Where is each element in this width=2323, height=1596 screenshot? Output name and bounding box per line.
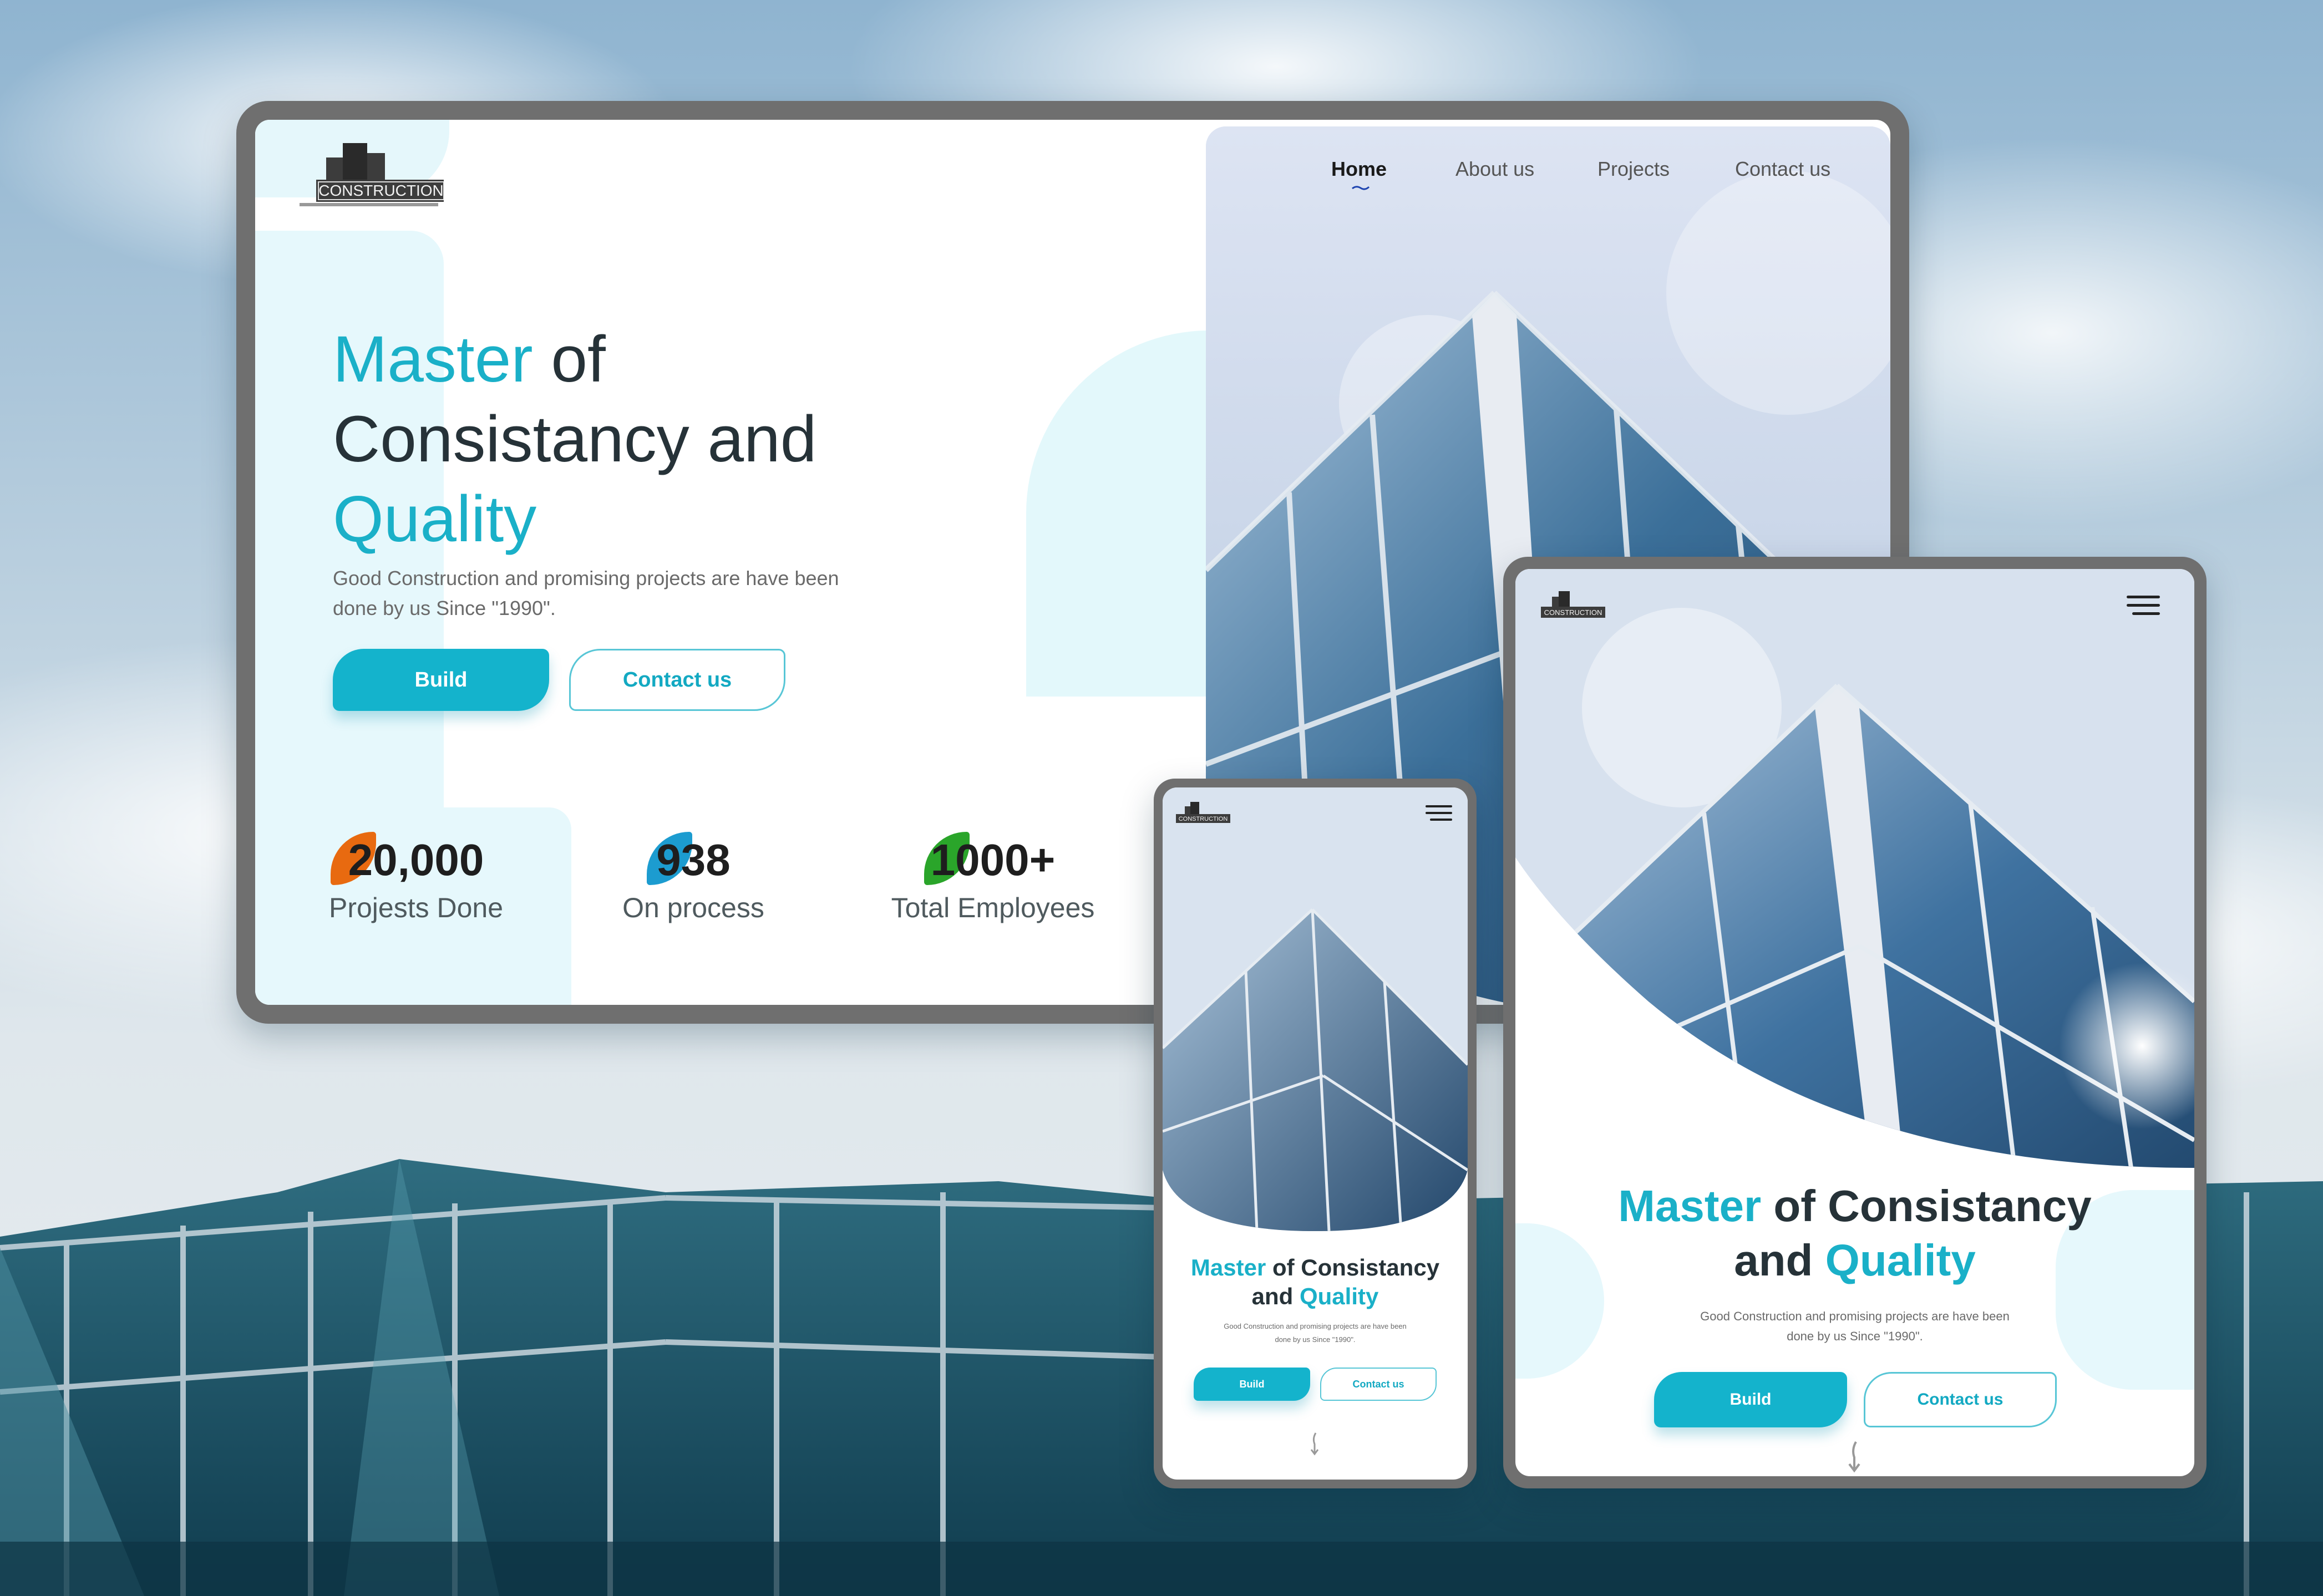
tablet-hero-photo	[1515, 569, 2194, 1168]
nav-contact-us[interactable]: Contact us	[1735, 157, 1830, 181]
title-accent-master: Master	[333, 323, 533, 396]
phone-screen: CONSTRUCTION Master of Consistancy and Qu…	[1163, 787, 1468, 1480]
stat-value: 938	[610, 832, 777, 885]
subtitle-line-1: Good Construction and promising projects…	[333, 567, 839, 589]
title-consistancy: Consistancy and	[333, 403, 817, 476]
title-accent-master: Master	[1618, 1181, 1762, 1231]
hamburger-icon[interactable]	[2126, 593, 2161, 618]
active-underline-icon	[1352, 186, 1370, 190]
stat-label: On process	[622, 892, 764, 923]
title-accent-quality: Quality	[1299, 1283, 1379, 1309]
title-and: and	[1251, 1283, 1300, 1309]
tablet-device-frame: CONSTRUCTION Master of Consistancy and Qu…	[1503, 557, 2207, 1488]
nav-home[interactable]: Home	[1331, 157, 1387, 190]
contact-us-button[interactable]: Contact us	[569, 649, 785, 711]
contact-us-button[interactable]: Contact us	[1864, 1372, 2057, 1427]
svg-text:CONSTRUCTION: CONSTRUCTION	[318, 182, 444, 199]
title-accent-quality: Quality	[1825, 1236, 1976, 1285]
title-of-consistancy: of Consistancy	[1266, 1254, 1440, 1280]
hero-title: Master of Consistancy and Quality	[333, 319, 816, 559]
phone-hero-photo	[1163, 787, 1468, 1231]
subtitle-line-2: done by us Since "1990".	[333, 597, 556, 619]
tablet-screen: CONSTRUCTION Master of Consistancy and Qu…	[1515, 569, 2194, 1476]
scroll-down-icon[interactable]	[1305, 1431, 1325, 1456]
stat-label: Total Employees	[891, 892, 1095, 923]
stat-projects-done: 20,000 Projests Done	[322, 832, 510, 924]
hamburger-icon[interactable]	[1424, 803, 1453, 823]
building-logo-icon[interactable]: CONSTRUCTION	[1171, 797, 1232, 826]
phone-hero-title: Master of Consistancy and Quality	[1163, 1253, 1468, 1311]
scroll-down-icon[interactable]	[1840, 1440, 1868, 1473]
stat-value: 1000+	[876, 832, 1109, 885]
hero-subtitle: Good Construction and promising projects…	[333, 563, 887, 623]
stat-value: 20,000	[322, 832, 510, 885]
stat-label: Projests Done	[328, 892, 504, 923]
title-accent-master: Master	[1190, 1254, 1266, 1280]
title-accent-quality: Quality	[333, 482, 537, 556]
phone-device-frame: CONSTRUCTION Master of Consistancy and Qu…	[1154, 779, 1477, 1488]
title-and: and	[1734, 1236, 1825, 1285]
building-logo-icon[interactable]: CONSTRUCTION	[283, 131, 444, 214]
nav-projects[interactable]: Projects	[1597, 157, 1670, 181]
tablet-hero-title: Master of Consistancy and Quality	[1515, 1179, 2194, 1288]
stat-on-process: 938 On process	[610, 832, 777, 924]
build-button[interactable]: Build	[1194, 1368, 1310, 1401]
phone-hero-subtitle: Good Construction and promising projects…	[1224, 1322, 1407, 1344]
build-button[interactable]: Build	[1654, 1372, 1847, 1427]
build-button[interactable]: Build	[333, 649, 549, 711]
title-of-consistancy: of Consistancy	[1761, 1181, 2092, 1231]
stat-total-employees: 1000+ Total Employees	[876, 832, 1109, 924]
svg-text:CONSTRUCTION: CONSTRUCTION	[1179, 816, 1228, 822]
contact-us-button[interactable]: Contact us	[1320, 1368, 1437, 1401]
title-of: of	[532, 323, 606, 396]
tablet-hero-subtitle: Good Construction and promising projects…	[1700, 1309, 2010, 1343]
building-logo-icon[interactable]: CONSTRUCTION	[1536, 586, 1609, 623]
svg-text:CONSTRUCTION: CONSTRUCTION	[1544, 608, 1602, 617]
nav-about-us[interactable]: About us	[1455, 157, 1534, 181]
